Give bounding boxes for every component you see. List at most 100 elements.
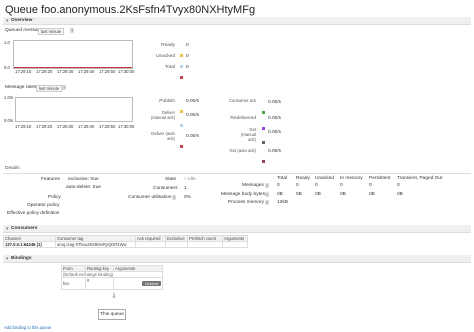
legend-redelivered-swatch [262,127,265,130]
queued-messages-help-icon[interactable]: ? [70,28,75,33]
legend-get-manual-swatch [262,141,265,144]
message-rates-chart [15,97,133,122]
feature-exclusive: exclusive: true [68,177,99,182]
consumer-utilisation-help-icon[interactable]: ? [172,195,177,200]
state-label: State [165,177,177,182]
binding-actions-cell: Unbind [113,277,163,290]
overview-section-label: Overview [11,18,33,23]
page-title: Queue foo.anonymous.2KsFsfn4Tvyx80NXHtyM… [5,4,256,16]
queued-messages-chart [13,40,133,69]
consumer-tag: amq.ctag-0TbvuZ62BMvRyQDR4Ww [55,241,136,248]
legend-deliver-manual-value: 0.00/s [186,113,200,118]
stat-cell: 0B [315,192,321,197]
queued-messages-range-select[interactable]: last minute [38,28,65,35]
stats-header-ready: Ready [296,176,310,181]
legend-redelivered-label: Redelivered [230,116,256,121]
details-label: Details [5,166,20,171]
legend-total-value: 0 [186,65,189,70]
consumers-section-label: Consumers [11,226,38,231]
chart1-y-bottom: 0.0 [4,65,10,70]
unbind-button[interactable]: Unbind [142,281,161,286]
stats-row-memory-label: Process memory [228,200,264,205]
consumers-table: Channel Consumer tag Ack required Exclus… [3,235,471,248]
legend-get-auto-value: 0.00/s [268,149,282,154]
legend-get-auto-swatch [262,160,265,163]
collapse-arrow-icon: ▼ [5,18,10,23]
stats-row-bytes-label: Message body bytes [221,192,265,197]
stat-cell: 0 [296,183,299,188]
legend-consumer-ack-swatch [262,111,265,114]
col-exclusive: Exclusive [165,235,188,242]
stat-cell: 12kB [277,200,288,205]
legend-publish-swatch [180,110,183,113]
stats-header-in-memory: In memory [340,176,363,181]
policy-label: Policy [48,195,61,200]
bindings-table-wrap: From Routing key Arguments (Default exch… [61,265,163,290]
stat-cell: 0 [340,183,343,188]
stat-cell: 0B [277,192,283,197]
chart2-x-tick: 17:29:30 [57,124,74,129]
stats-header-transient: Transient, Paged Out [397,176,443,181]
legend-deliver-auto-swatch [180,145,183,148]
stat-cell: 0B [397,192,403,197]
binding-arrow-icon: ⇓ [111,293,117,300]
consumers-table-wrap: Channel Consumer tag Ack required Exclus… [3,235,471,248]
consumer-exclusive [165,241,188,248]
legend-total-swatch [180,76,183,79]
chart1-x-tick: 17:29:30 [57,69,74,74]
collapse-arrow-icon: ▼ [5,256,10,261]
legend-redelivered-value: 0.00/s [268,116,282,121]
stat-cell: 0B [340,192,346,197]
consumer-ack [135,241,166,248]
chart1-x-tick: 17:29:10 [15,69,32,74]
legend-ready-label: Ready [161,43,175,48]
consumers-section-toggle[interactable]: ▼ Consumers [3,225,471,233]
legend-deliver-auto-label: Deliver (auto ack) [151,131,175,141]
legend-ready-value: 0 [186,43,189,48]
message-rates-help-icon[interactable]: ? [62,85,67,90]
stat-cell: 0 [397,183,400,188]
chart1-x-tick: 17:29:50 [99,69,116,74]
message-rates-range-select[interactable]: last minute [36,85,63,92]
stats-header-unacked: Unacked [315,176,334,181]
legend-unacked-value: 0 [186,54,189,59]
chart2-x-tick: 17:30:00 [118,124,135,129]
messages-help-icon[interactable]: ? [265,183,270,188]
consumer-arguments [222,241,248,248]
consumer-channel-link[interactable]: 127.0.0.1:64246 (1) [3,241,56,248]
consumers-count-value: 1 [184,186,187,191]
table-row: foo # Unbind [61,277,163,290]
bindings-table: From Routing key Arguments (Default exch… [61,265,163,290]
binding-from-link[interactable]: foo [61,277,86,290]
bytes-help-icon[interactable]: ? [265,192,270,197]
chart1-y-top: 1.0 [4,40,10,45]
add-binding-toggle[interactable]: Add binding to this queue [4,325,51,330]
total-series-line [14,67,132,68]
message-rates-label: Message rates [5,85,37,90]
stats-header-persistent: Persistent [369,176,391,181]
collapse-arrow-icon: ▼ [5,226,10,231]
state-value-text: idle [188,177,196,182]
chart2-y-top: 1.0/s [4,95,14,100]
state-value: ○ idle [184,177,196,183]
effective-policy-label: Effective policy definition [7,211,60,216]
consumer-utilisation-value: 0% [184,195,191,200]
stat-cell: 0B [296,192,302,197]
overview-section-toggle[interactable]: ▼ Overview [3,17,471,25]
chart2-y-bottom: 0.0/s [4,118,14,123]
stats-header-total: Total [277,176,288,181]
chart1-x-tick: 17:29:40 [78,69,95,74]
legend-consumer-ack-label: Consumer ack [229,98,256,103]
features-label: Features [41,177,60,182]
memory-help-icon[interactable]: ? [265,200,270,205]
chart1-x-tick: 17:30:00 [118,69,135,74]
consumer-prefetch [187,241,223,248]
chart2-x-tick: 17:29:40 [78,124,95,129]
legend-deliver-auto-value: 0.00/s [186,134,200,139]
binding-routing-key: # [85,277,114,290]
stat-cell: 0 [369,183,372,188]
operator-policy-label: Operator policy [27,203,60,208]
consumer-utilisation-label: Consumer utilisation [128,195,172,200]
legend-unacked-label: Unacked [156,54,175,59]
bindings-section-toggle[interactable]: ▼ Bindings [3,255,471,263]
